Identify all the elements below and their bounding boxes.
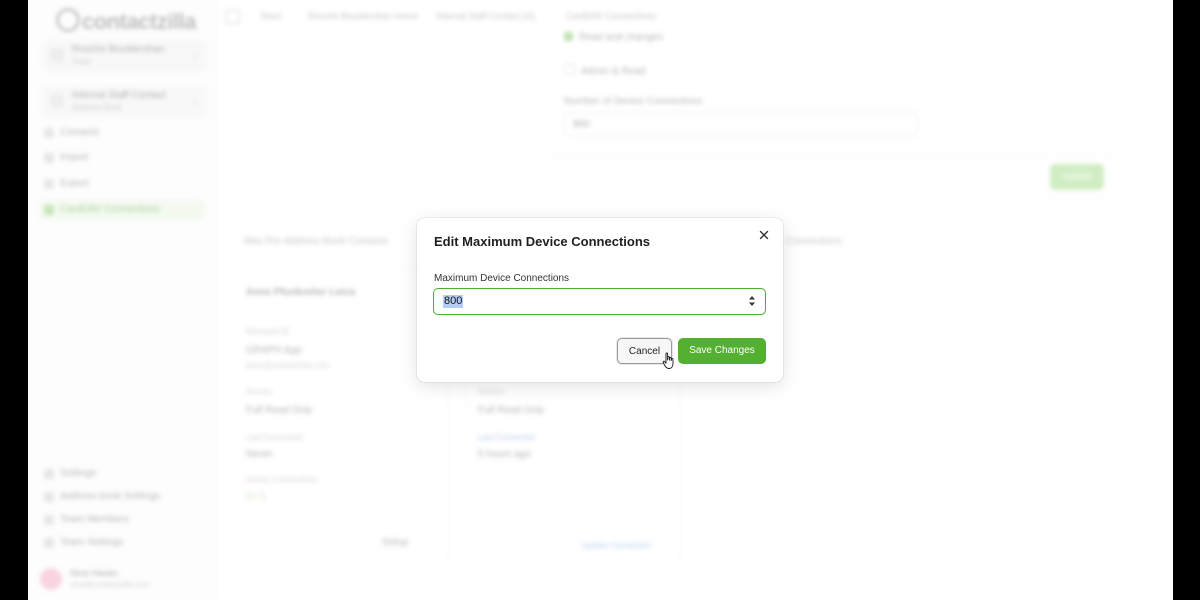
- app-window: contactzilla Rosche Bouldershan Team ⌄ I…: [28, 0, 1173, 600]
- dialog-title: Edit Maximum Device Connections: [434, 234, 650, 249]
- hand-cursor-icon: [662, 352, 676, 370]
- save-changes-button[interactable]: Save Changes: [678, 338, 766, 364]
- max-connections-input[interactable]: 800: [433, 288, 766, 315]
- input-value-selected[interactable]: 800: [443, 295, 464, 308]
- edit-connections-dialog: Edit Maximum Device Connections Maximum …: [417, 218, 783, 382]
- field-label: Maximum Device Connections: [434, 273, 570, 284]
- up-down-stepper-icon[interactable]: [748, 294, 756, 308]
- close-icon[interactable]: [757, 228, 771, 242]
